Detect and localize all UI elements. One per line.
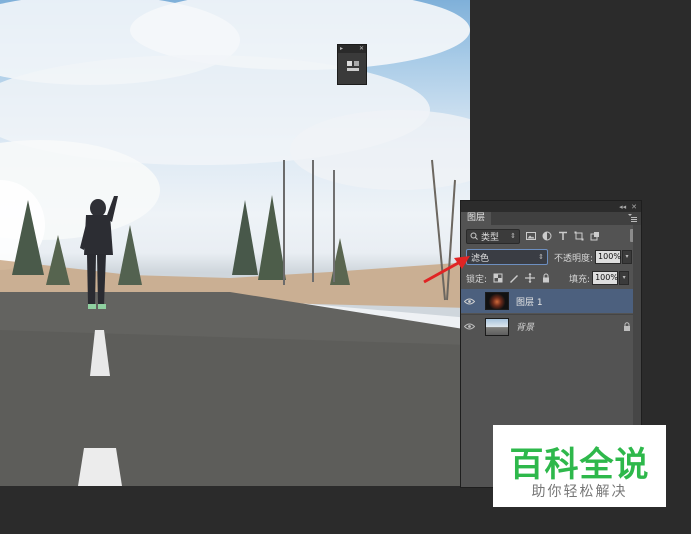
layer-name[interactable]: 背景 xyxy=(516,320,534,333)
red-arrow-annotation xyxy=(423,256,470,284)
lock-row: 锁定: 填充: 100% ▾ xyxy=(461,268,641,288)
lock-icon xyxy=(624,322,630,331)
lock-position-icon[interactable] xyxy=(525,273,536,283)
blend-mode-select[interactable]: 滤色 ⇕ xyxy=(466,249,548,265)
photo-scene xyxy=(0,0,470,486)
adjustment-filter-icon[interactable] xyxy=(542,231,552,241)
opacity-input[interactable]: 100% xyxy=(595,250,622,264)
lock-image-pixels-icon[interactable] xyxy=(509,273,519,283)
layer-thumbnail[interactable] xyxy=(485,317,509,336)
updown-arrows-icon: ⇕ xyxy=(538,253,544,261)
panel-topbar[interactable]: ◂◂ ✕ xyxy=(461,201,641,212)
layer-row-background[interactable]: 背景 xyxy=(461,314,641,338)
smart-object-filter-icon[interactable] xyxy=(590,231,600,241)
floating-mini-panel[interactable]: ▸ ✕ xyxy=(337,44,367,85)
layer-thumbnail[interactable] xyxy=(485,292,509,310)
close-icon[interactable]: ✕ xyxy=(359,45,364,53)
visibility-toggle[interactable] xyxy=(461,289,477,313)
layer-name[interactable]: 图层 1 xyxy=(516,295,543,308)
opacity-dropdown-button[interactable]: ▾ xyxy=(622,250,633,264)
collapse-icon[interactable]: ▸ xyxy=(340,45,343,53)
panel-menu-icon[interactable] xyxy=(628,214,637,222)
eye-icon xyxy=(463,298,475,304)
filter-kind-label: 类型 xyxy=(481,232,500,243)
search-icon xyxy=(470,232,478,240)
mini-panel-titlebar[interactable]: ▸ ✕ xyxy=(338,45,366,53)
watermark-subtitle: 助你轻松解决 xyxy=(531,484,628,500)
updown-arrows-icon: ⇕ xyxy=(510,232,516,240)
lock-transparent-pixels-icon[interactable] xyxy=(493,273,503,283)
tab-layers[interactable]: 图层 xyxy=(461,212,492,225)
shape-filter-icon[interactable] xyxy=(574,231,584,241)
layer-row-layer-1[interactable]: 图层 1 xyxy=(461,289,641,313)
visibility-toggle[interactable] xyxy=(461,315,477,339)
collapse-panel-icon[interactable]: ◂◂ xyxy=(619,203,626,211)
watermark-logo: 百科全说 助你轻松解决 xyxy=(493,425,666,507)
tool-preset-icon[interactable] xyxy=(346,60,360,72)
fill-label: 填充: xyxy=(569,274,591,285)
layers-list: 图层 1 背景 xyxy=(461,289,641,339)
close-panel-icon[interactable]: ✕ xyxy=(631,203,637,211)
image-filter-icon[interactable] xyxy=(526,231,536,241)
type-filter-icon[interactable] xyxy=(558,231,568,241)
opacity-label: 不透明度: xyxy=(554,253,594,264)
fill-dropdown-button[interactable]: ▾ xyxy=(619,271,630,285)
photo-canvas[interactable] xyxy=(0,0,470,486)
filter-row: 类型 ⇕ xyxy=(461,226,641,246)
eye-icon xyxy=(463,323,475,330)
watermark-title: 百科全说 xyxy=(509,445,650,485)
filter-kind-select[interactable]: 类型 ⇕ xyxy=(466,228,520,244)
blend-row: 滤色 ⇕ 不透明度: 100% ▾ xyxy=(461,247,641,267)
panel-tabs: 图层 xyxy=(461,212,641,225)
photoshop-workspace: ▸ ✕ ◂◂ ✕ 图层 类型 ⇕ 滤色 ⇕ 不透明度: 100% ▾ 锁定: 填… xyxy=(0,0,691,534)
fill-input[interactable]: 100% xyxy=(592,271,619,285)
lock-all-icon[interactable] xyxy=(541,273,551,283)
